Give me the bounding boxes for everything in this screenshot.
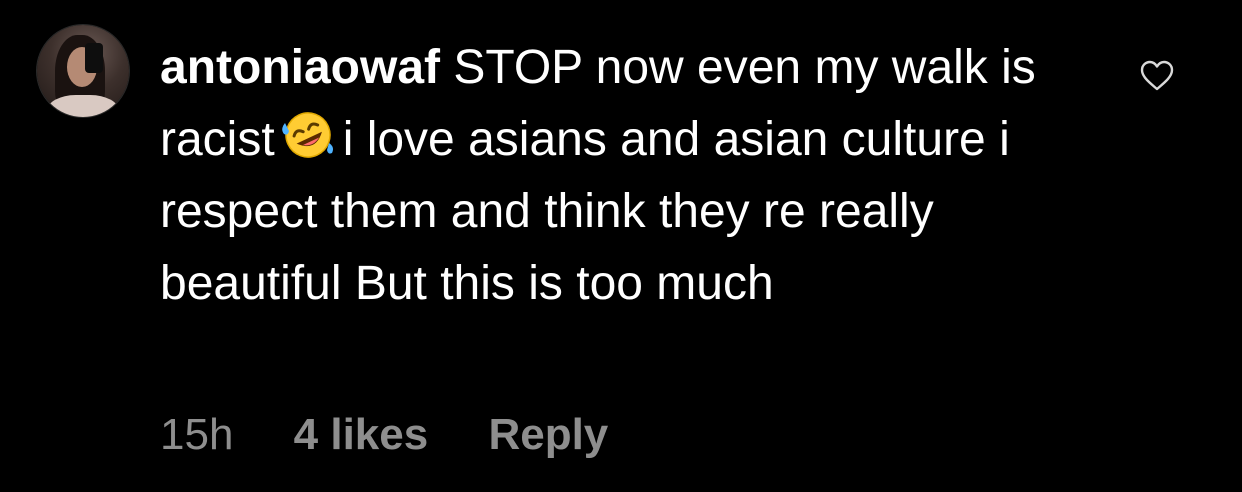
comment-timestamp: 15h: [160, 410, 234, 459]
rolling-on-the-floor-laughing-icon: [281, 112, 333, 158]
comment-meta: 15h 4 likes Reply: [160, 408, 656, 462]
avatar-phone: [85, 43, 103, 73]
avatar-shirt: [47, 95, 119, 117]
reply-button[interactable]: Reply: [488, 410, 608, 459]
comment: antoniaowaf STOP now even my walk is rac…: [0, 0, 1242, 492]
likes-count-button[interactable]: 4 likes: [294, 410, 429, 459]
avatar[interactable]: [37, 25, 129, 117]
heart-icon[interactable]: [1140, 60, 1174, 92]
comment-body: antoniaowaf STOP now even my walk is rac…: [160, 32, 1060, 320]
comment-username[interactable]: antoniaowaf: [160, 41, 440, 94]
